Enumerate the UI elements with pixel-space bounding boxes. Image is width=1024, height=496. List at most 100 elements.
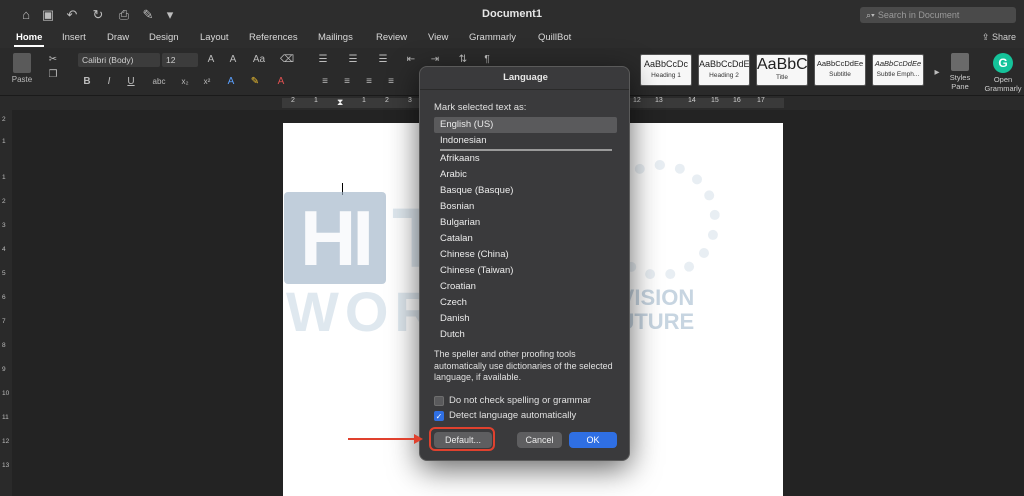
search-input[interactable]: ⌕▾ Search in Document xyxy=(860,7,1016,23)
font-size-select[interactable]: 12 xyxy=(162,53,198,67)
ruler-number: 14 xyxy=(688,97,696,104)
style-name: Subtitle xyxy=(829,71,851,78)
ruler-number: 15 xyxy=(711,97,719,104)
language-option-bulgarian[interactable]: Bulgarian xyxy=(434,215,617,231)
text-effects-icon[interactable]: A xyxy=(224,75,238,89)
style-subtitle[interactable]: AaBbCcDdEe Subtitle xyxy=(814,54,866,86)
language-option-chinese-china[interactable]: Chinese (China) xyxy=(434,247,617,263)
ruler-number: 16 xyxy=(733,97,741,104)
align-right-icon[interactable]: ≡ xyxy=(362,75,376,89)
style-name: Title xyxy=(775,74,789,81)
ruler-number: 10 xyxy=(2,390,10,397)
ruler-number: 17 xyxy=(757,97,765,104)
styles-more-icon[interactable]: ▸ xyxy=(930,66,944,80)
language-option-dutch[interactable]: Dutch xyxy=(434,327,617,343)
ok-button[interactable]: OK xyxy=(569,432,617,448)
language-option-basque[interactable]: Basque (Basque) xyxy=(434,183,617,199)
clipboard-icon xyxy=(13,53,31,73)
ruler-number: 2 xyxy=(291,97,295,104)
checkbox-box[interactable] xyxy=(434,396,444,406)
clear-format-icon[interactable]: ⌫ xyxy=(280,53,294,67)
share-button[interactable]: ⇪ Share xyxy=(982,32,1016,43)
tab-view[interactable]: View xyxy=(428,32,448,43)
text-cursor xyxy=(342,183,343,195)
language-option-english-us[interactable]: English (US) xyxy=(434,117,617,133)
checkmark-icon[interactable]: ✓ xyxy=(434,411,444,421)
language-option-bosnian[interactable]: Bosnian xyxy=(434,199,617,215)
ruler-number: 12 xyxy=(2,438,10,445)
change-case-icon[interactable]: Aa xyxy=(252,53,266,67)
title-bar: ⌂ ▣ ↶ ↻ ⎙ ✎ ▾ Document1 ⌕▾ Search in Docu… xyxy=(0,0,1024,30)
paste-button[interactable]: Paste xyxy=(10,53,34,91)
multilevel-icon[interactable]: ☰ xyxy=(376,53,390,67)
tab-insert[interactable]: Insert xyxy=(62,32,86,43)
tab-quillbot[interactable]: QuillBot xyxy=(538,32,571,43)
ruler-number: 2 xyxy=(385,97,389,104)
dialog-divider xyxy=(420,89,629,90)
ribbon-tabs: Home Insert Draw Design Layout Reference… xyxy=(0,30,1024,48)
tab-mailings[interactable]: Mailings xyxy=(318,32,353,43)
decrease-font-icon[interactable]: A xyxy=(226,53,240,67)
tab-review[interactable]: Review xyxy=(376,32,407,43)
italic-icon[interactable]: I xyxy=(102,75,116,89)
style-heading-2[interactable]: AaBbCcDdEe Heading 2 xyxy=(698,54,750,86)
search-icon: ⌕▾ xyxy=(866,10,875,20)
numbering-icon[interactable]: ☰ xyxy=(346,53,360,67)
language-list[interactable]: English (US) Indonesian Afrikaans Arabic… xyxy=(434,117,617,341)
vertical-ruler: 2 1 1 2 3 4 5 6 7 8 9 10 11 12 13 xyxy=(0,110,12,496)
ruler-number: 1 xyxy=(2,138,6,145)
sort-icon[interactable]: ⇅ xyxy=(456,53,470,67)
increase-font-icon[interactable]: A xyxy=(204,53,218,67)
language-option-danish[interactable]: Danish xyxy=(434,311,617,327)
subscript-icon[interactable]: x₂ xyxy=(178,75,192,89)
highlight-icon[interactable]: ✎ xyxy=(248,75,262,89)
cancel-button[interactable]: Cancel xyxy=(517,432,562,448)
tab-draw[interactable]: Draw xyxy=(107,32,129,43)
superscript-icon[interactable]: x² xyxy=(200,75,214,89)
tab-home[interactable]: Home xyxy=(16,32,42,43)
style-title[interactable]: AaBbC Title xyxy=(756,54,808,86)
justify-icon[interactable]: ≡ xyxy=(384,75,398,89)
style-subtle-emphasis[interactable]: AaBbCcDdEe Subtle Emph... xyxy=(872,54,924,86)
tab-layout[interactable]: Layout xyxy=(200,32,229,43)
strikethrough-icon[interactable]: abc xyxy=(152,75,166,89)
mark-selected-label: Mark selected text as: xyxy=(434,102,527,113)
checkbox-label: Do not check spelling or grammar xyxy=(449,395,592,406)
language-option-indonesian[interactable]: Indonesian xyxy=(434,133,617,149)
language-option-catalan[interactable]: Catalan xyxy=(434,231,617,247)
open-grammarly-button[interactable]: G Open Grammarly xyxy=(984,53,1022,93)
ruler-number: 13 xyxy=(655,97,663,104)
share-label: Share xyxy=(991,32,1016,42)
paragraph-mark-icon[interactable]: ¶ xyxy=(480,53,494,67)
language-option-czech[interactable]: Czech xyxy=(434,295,617,311)
search-placeholder: Search in Document xyxy=(877,10,960,20)
grammarly-icon: G xyxy=(993,53,1013,73)
language-option-arabic[interactable]: Arabic xyxy=(434,167,617,183)
copy-icon[interactable]: ❐ xyxy=(46,68,60,82)
tab-grammarly[interactable]: Grammarly xyxy=(469,32,516,43)
tab-design[interactable]: Design xyxy=(149,32,179,43)
style-sample: AaBbCcDdEe xyxy=(816,59,864,68)
styles-pane-button[interactable]: Styles Pane xyxy=(946,53,974,91)
language-option-afrikaans[interactable]: Afrikaans xyxy=(434,151,617,167)
style-heading-1[interactable]: AaBbCcDc Heading 1 xyxy=(640,54,692,86)
bullets-icon[interactable]: ☰ xyxy=(316,53,330,67)
language-option-croatian[interactable]: Croatian xyxy=(434,279,617,295)
proofing-note: The speller and other proofing tools aut… xyxy=(434,349,613,382)
language-option-chinese-taiwan[interactable]: Chinese (Taiwan) xyxy=(434,263,617,279)
outdent-icon[interactable]: ⇤ xyxy=(404,53,418,67)
indent-icon[interactable]: ⇥ xyxy=(428,53,442,67)
bold-icon[interactable]: B xyxy=(80,75,94,89)
font-name-select[interactable]: Calibri (Body) xyxy=(78,53,160,67)
indent-marker-icon[interactable]: ⧗ xyxy=(337,96,345,108)
align-left-icon[interactable]: ≡ xyxy=(318,75,332,89)
align-center-icon[interactable]: ≡ xyxy=(340,75,354,89)
font-color-icon[interactable]: A xyxy=(274,75,288,89)
style-sample: AaBbCcDc xyxy=(643,59,688,69)
checkbox-label: Detect language automatically xyxy=(449,410,577,421)
cut-icon[interactable]: ✂ xyxy=(46,53,60,67)
tab-references[interactable]: References xyxy=(249,32,298,43)
underline-icon[interactable]: U xyxy=(124,75,138,89)
dialog-title: Language xyxy=(503,72,548,83)
style-sample: AaBbCcDdEe xyxy=(874,59,922,68)
